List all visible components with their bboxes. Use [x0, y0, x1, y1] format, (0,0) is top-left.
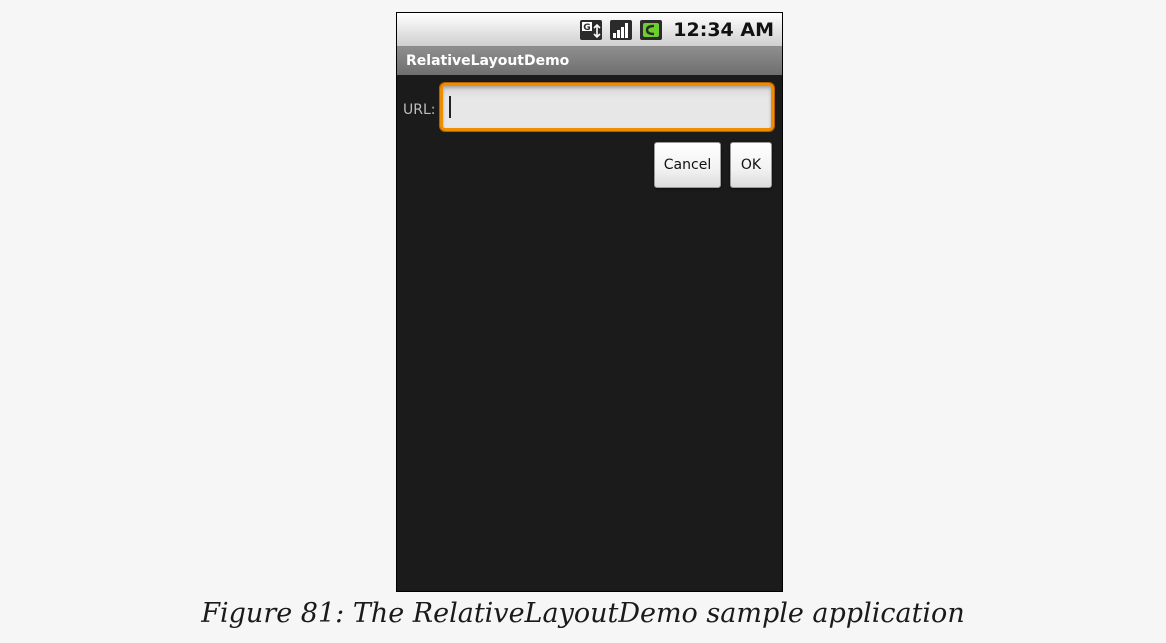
status-bar: G 12:34 AM — [397, 13, 782, 47]
cancel-button[interactable]: Cancel — [654, 142, 721, 188]
battery-icon — [639, 19, 663, 41]
ok-button[interactable]: OK — [730, 142, 772, 188]
status-icons: G 12:34 AM — [579, 18, 774, 42]
status-clock: 12:34 AM — [673, 19, 774, 41]
app-title-bar: RelativeLayoutDemo — [397, 47, 782, 75]
text-cursor — [449, 96, 451, 118]
figure-caption: Figure 81: The RelativeLayoutDemo sample… — [201, 598, 965, 629]
url-label: URL: — [403, 102, 436, 118]
svg-text:G: G — [584, 23, 591, 33]
network-type-icon: G — [579, 19, 603, 41]
url-input[interactable] — [440, 83, 774, 131]
signal-bars-icon — [609, 19, 633, 41]
app-title: RelativeLayoutDemo — [406, 53, 570, 69]
device-screen: G 12:34 AM RelativeLayoutDemo URL: Cance… — [396, 12, 783, 592]
